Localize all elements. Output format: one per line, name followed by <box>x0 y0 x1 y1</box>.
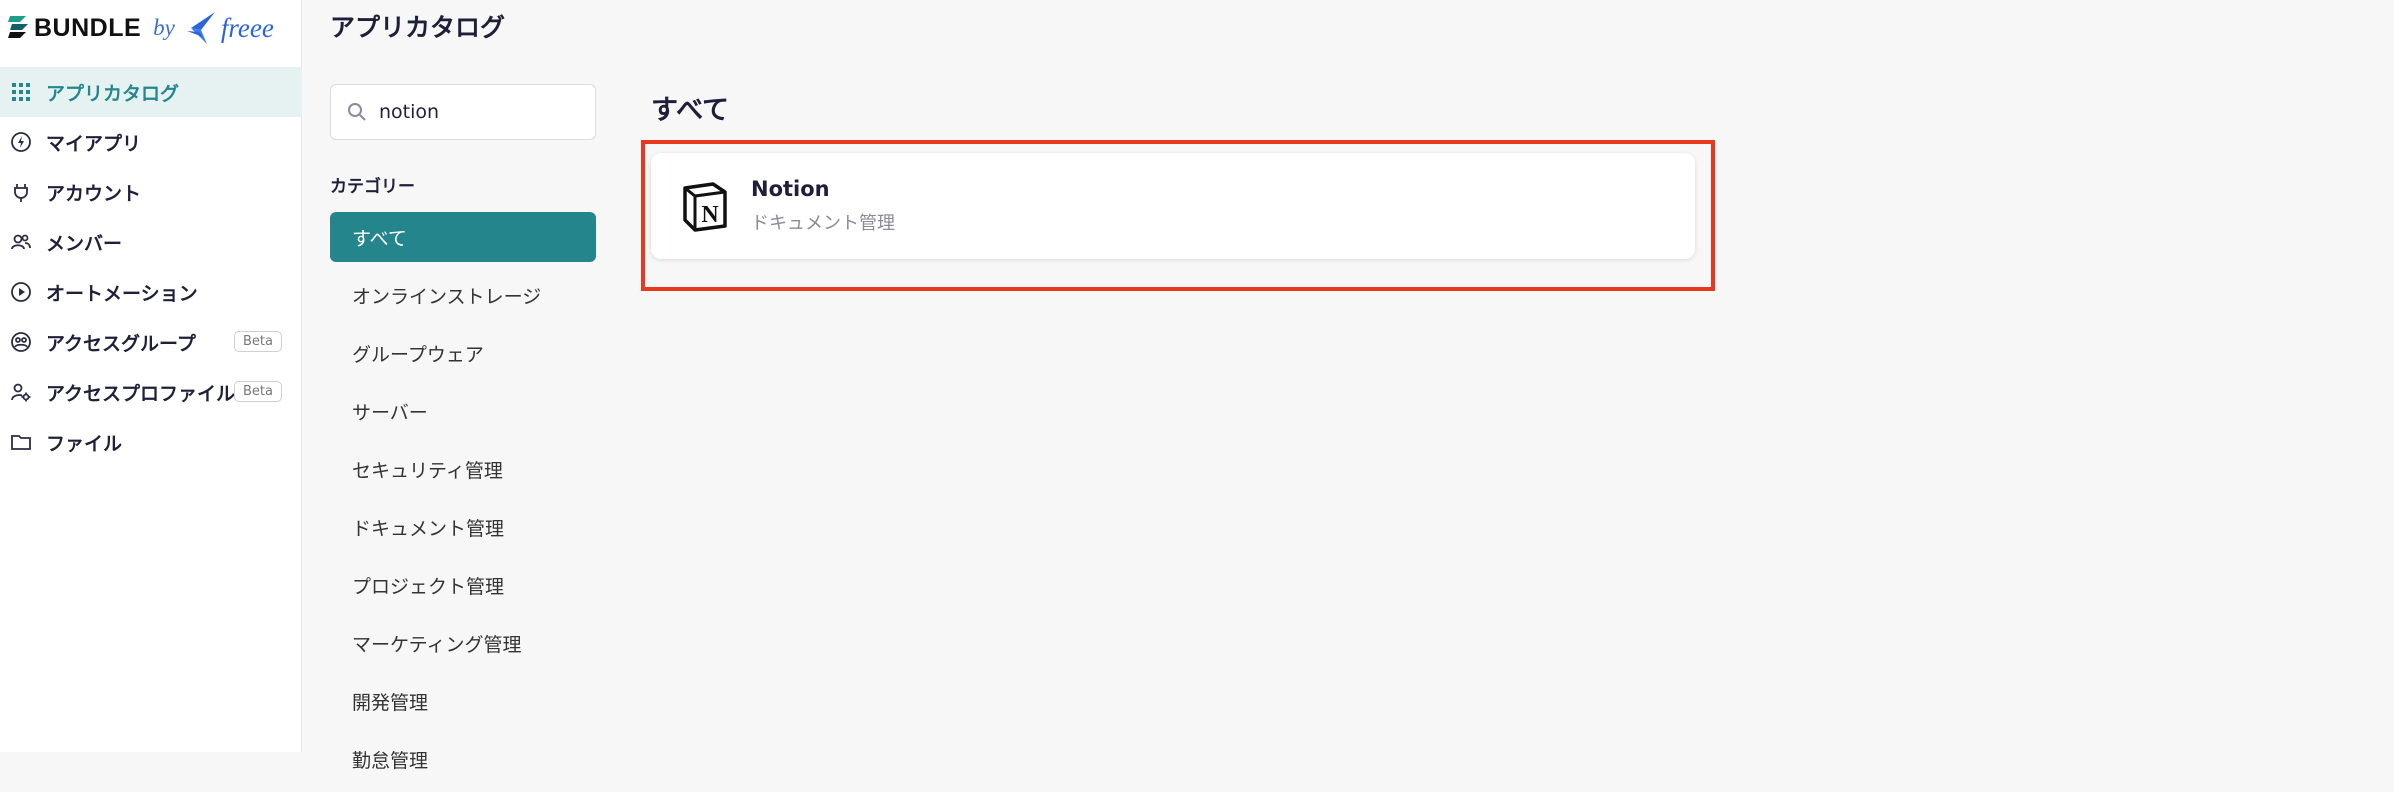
sidebar-item-access-profile[interactable]: アクセスプロファイル Beta <box>0 367 302 417</box>
sidebar-item-label: ファイル <box>46 432 123 455</box>
plug-icon <box>8 179 34 205</box>
category-item[interactable]: ドキュメント管理 <box>330 502 596 552</box>
brand-logo[interactable]: BUNDLE by freee <box>6 10 274 46</box>
sidebar-item-members[interactable]: メンバー <box>0 217 302 267</box>
app-category: ドキュメント管理 <box>751 213 895 234</box>
category-item-all[interactable]: すべて <box>330 212 596 262</box>
category-item[interactable]: セキュリティ管理 <box>330 444 596 494</box>
group-icon <box>8 329 34 355</box>
sidebar-item-label: アプリカタログ <box>46 82 180 105</box>
sidebar-item-automation[interactable]: オートメーション <box>0 267 302 317</box>
category-item[interactable]: プロジェクト管理 <box>330 560 596 610</box>
sidebar-item-label: メンバー <box>46 232 123 255</box>
sidebar: BUNDLE by freee アプリカタログ マイアプリ アカウント メンバー… <box>0 0 302 752</box>
app-name: Notion <box>751 177 830 201</box>
beta-badge: Beta <box>234 381 282 402</box>
category-item[interactable]: オンラインストレージ <box>330 270 596 320</box>
category-item[interactable]: マーケティング管理 <box>330 618 596 668</box>
category-heading: カテゴリー <box>330 177 415 197</box>
sidebar-item-access-group[interactable]: アクセスグループ Beta <box>0 317 302 367</box>
brand-name: BUNDLE <box>34 13 142 42</box>
category-item[interactable]: 開発管理 <box>330 676 596 726</box>
page-title: アプリカタログ <box>330 13 506 42</box>
brand-by: by <box>153 15 175 40</box>
play-circle-icon <box>8 279 34 305</box>
folder-icon <box>8 429 34 455</box>
user-gear-icon <box>8 379 34 405</box>
svg-text:N: N <box>701 202 719 228</box>
sidebar-item-label: アクセスプロファイル <box>46 382 236 405</box>
search-icon <box>348 103 366 121</box>
app-info: Notion ドキュメント管理 <box>751 177 895 235</box>
people-icon <box>8 229 34 255</box>
category-item[interactable]: グループウェア <box>330 328 596 378</box>
search-box[interactable] <box>330 84 596 140</box>
sidebar-item-account[interactable]: アカウント <box>0 167 302 217</box>
app-card-notion[interactable]: N Notion ドキュメント管理 <box>651 153 1695 259</box>
bolt-circle-icon <box>8 129 34 155</box>
sidebar-item-files[interactable]: ファイル <box>0 417 302 467</box>
beta-badge: Beta <box>234 331 282 352</box>
category-item[interactable]: 勤怠管理 <box>330 734 596 784</box>
sidebar-item-my-apps[interactable]: マイアプリ <box>0 117 302 167</box>
grid-icon <box>8 79 34 105</box>
category-list: すべて オンラインストレージ グループウェア サーバー セキュリティ管理 ドキュ… <box>330 212 596 792</box>
section-title: すべて <box>651 95 730 126</box>
sidebar-item-app-catalog[interactable]: アプリカタログ <box>0 67 302 117</box>
brand-partner: freee <box>220 12 274 43</box>
sidebar-item-label: アカウント <box>46 182 142 205</box>
sidebar-item-label: オートメーション <box>46 282 198 305</box>
notion-logo-icon: N <box>683 182 727 232</box>
search-input[interactable] <box>377 100 581 124</box>
bundle-logo-icon <box>8 16 28 38</box>
sidebar-item-label: アクセスグループ <box>46 332 196 355</box>
sidebar-nav: アプリカタログ マイアプリ アカウント メンバー オートメーション アクセスグル… <box>0 67 302 467</box>
category-item[interactable]: サーバー <box>330 386 596 436</box>
sidebar-item-label: マイアプリ <box>46 132 142 155</box>
freee-logo-icon <box>186 12 215 44</box>
